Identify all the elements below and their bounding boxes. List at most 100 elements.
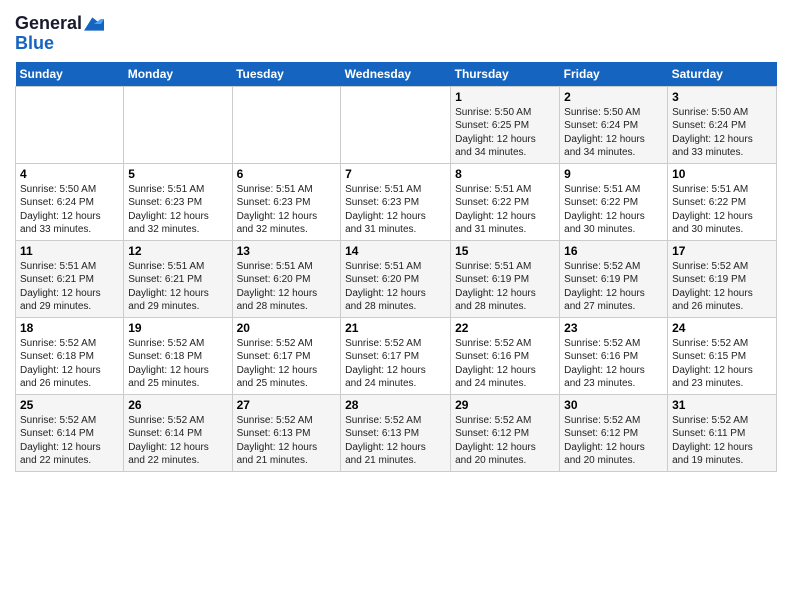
day-number: 15 [455,244,555,258]
calendar-table: SundayMondayTuesdayWednesdayThursdayFrid… [15,62,777,472]
day-of-week-header: Tuesday [232,62,341,87]
logo-icon [84,14,104,34]
day-number: 7 [345,167,446,181]
day-info: Sunrise: 5:52 AM Sunset: 6:15 PM Dayligh… [672,337,772,391]
day-number: 28 [345,398,446,412]
calendar-cell [16,86,124,163]
day-info: Sunrise: 5:51 AM Sunset: 6:22 PM Dayligh… [564,183,663,237]
calendar-cell: 23Sunrise: 5:52 AM Sunset: 6:16 PM Dayli… [560,317,668,394]
day-number: 16 [564,244,663,258]
day-number: 8 [455,167,555,181]
day-number: 19 [128,321,227,335]
day-number: 27 [237,398,337,412]
logo-text-blue: Blue [15,34,104,54]
calendar-cell: 28 Sunrise: 5:52 AM Sunset: 6:13 PM Dayli… [341,394,451,471]
day-info: Sunrise: 5:51 AM Sunset: 6:23 PM Dayligh… [345,183,446,237]
day-number: 30 [564,398,663,412]
day-info: Sunrise: 5:52 AM Sunset: 6:12 PM Dayligh… [455,414,555,468]
day-info: Sunrise: 5:52 AM Sunset: 6:13 PM Dayligh… [237,414,337,468]
day-info: Sunrise: 5:52 AM Sunset: 6:11 PM Dayligh… [672,414,772,468]
day-info: Sunrise: 5:50 AM Sunset: 6:25 PM Dayligh… [455,106,555,160]
day-info: Sunrise: 5:52 AM Sunset: 6:12 PM Dayligh… [564,414,663,468]
day-number: 21 [345,321,446,335]
calendar-cell: 11 Sunrise: 5:51 AM Sunset: 6:21 PM Dayli… [16,240,124,317]
day-info: Sunrise: 5:51 AM Sunset: 6:22 PM Dayligh… [672,183,772,237]
calendar-week-row: 4 Sunrise: 5:50 AM Sunset: 6:24 PM Daylig… [16,163,777,240]
day-number: 5 [128,167,227,181]
day-info: Sunrise: 5:52 AM Sunset: 6:19 PM Dayligh… [672,260,772,314]
day-number: 3 [672,90,772,104]
calendar-cell: 10 Sunrise: 5:51 AM Sunset: 6:22 PM Dayli… [668,163,777,240]
calendar-cell [341,86,451,163]
day-info: Sunrise: 5:50 AM Sunset: 6:24 PM Dayligh… [20,183,119,237]
day-info: Sunrise: 5:51 AM Sunset: 6:20 PM Dayligh… [237,260,337,314]
day-info: Sunrise: 5:51 AM Sunset: 6:21 PM Dayligh… [20,260,119,314]
calendar-cell [232,86,341,163]
day-of-week-header: Friday [560,62,668,87]
day-number: 26 [128,398,227,412]
calendar-week-row: 25 Sunrise: 5:52 AM Sunset: 6:14 PM Dayli… [16,394,777,471]
day-number: 25 [20,398,119,412]
calendar-cell: 30 Sunrise: 5:52 AM Sunset: 6:12 PM Dayli… [560,394,668,471]
logo-text-general: General [15,14,82,34]
day-number: 29 [455,398,555,412]
calendar-cell: 25 Sunrise: 5:52 AM Sunset: 6:14 PM Dayli… [16,394,124,471]
page-header: General Blue [15,10,777,54]
day-info: Sunrise: 5:52 AM Sunset: 6:18 PM Dayligh… [20,337,119,391]
day-info: Sunrise: 5:52 AM Sunset: 6:17 PM Dayligh… [345,337,446,391]
day-info: Sunrise: 5:51 AM Sunset: 6:20 PM Dayligh… [345,260,446,314]
calendar-cell: 20Sunrise: 5:52 AM Sunset: 6:17 PM Dayli… [232,317,341,394]
calendar-cell: 4 Sunrise: 5:50 AM Sunset: 6:24 PM Daylig… [16,163,124,240]
calendar-cell: 1Sunrise: 5:50 AM Sunset: 6:25 PM Daylig… [451,86,560,163]
day-number: 31 [672,398,772,412]
calendar-cell: 21 Sunrise: 5:52 AM Sunset: 6:17 PM Dayli… [341,317,451,394]
day-number: 24 [672,321,772,335]
calendar-cell: 22 Sunrise: 5:52 AM Sunset: 6:16 PM Dayli… [451,317,560,394]
calendar-cell: 24 Sunrise: 5:52 AM Sunset: 6:15 PM Dayli… [668,317,777,394]
calendar-cell: 18 Sunrise: 5:52 AM Sunset: 6:18 PM Dayli… [16,317,124,394]
calendar-cell: 12Sunrise: 5:51 AM Sunset: 6:21 PM Dayli… [124,240,232,317]
day-info: Sunrise: 5:52 AM Sunset: 6:16 PM Dayligh… [455,337,555,391]
calendar-cell: 14 Sunrise: 5:51 AM Sunset: 6:20 PM Dayli… [341,240,451,317]
day-number: 12 [128,244,227,258]
calendar-cell: 29 Sunrise: 5:52 AM Sunset: 6:12 PM Dayli… [451,394,560,471]
day-number: 17 [672,244,772,258]
day-number: 10 [672,167,772,181]
day-info: Sunrise: 5:52 AM Sunset: 6:17 PM Dayligh… [237,337,337,391]
day-number: 4 [20,167,119,181]
day-number: 22 [455,321,555,335]
day-number: 11 [20,244,119,258]
day-info: Sunrise: 5:52 AM Sunset: 6:14 PM Dayligh… [20,414,119,468]
day-of-week-header: Wednesday [341,62,451,87]
day-of-week-header: Thursday [451,62,560,87]
day-number: 18 [20,321,119,335]
calendar-cell: 8 Sunrise: 5:51 AM Sunset: 6:22 PM Daylig… [451,163,560,240]
calendar-week-row: 1Sunrise: 5:50 AM Sunset: 6:25 PM Daylig… [16,86,777,163]
day-info: Sunrise: 5:52 AM Sunset: 6:19 PM Dayligh… [564,260,663,314]
calendar-week-row: 11 Sunrise: 5:51 AM Sunset: 6:21 PM Dayli… [16,240,777,317]
calendar-cell: 9 Sunrise: 5:51 AM Sunset: 6:22 PM Daylig… [560,163,668,240]
calendar-cell: 17 Sunrise: 5:52 AM Sunset: 6:19 PM Dayli… [668,240,777,317]
day-info: Sunrise: 5:52 AM Sunset: 6:13 PM Dayligh… [345,414,446,468]
day-number: 6 [237,167,337,181]
calendar-week-row: 18 Sunrise: 5:52 AM Sunset: 6:18 PM Dayli… [16,317,777,394]
day-info: Sunrise: 5:51 AM Sunset: 6:19 PM Dayligh… [455,260,555,314]
day-info: Sunrise: 5:50 AM Sunset: 6:24 PM Dayligh… [564,106,663,160]
day-info: Sunrise: 5:51 AM Sunset: 6:22 PM Dayligh… [455,183,555,237]
calendar-cell: 31 Sunrise: 5:52 AM Sunset: 6:11 PM Dayli… [668,394,777,471]
day-number: 14 [345,244,446,258]
day-of-week-header: Sunday [16,62,124,87]
calendar-cell: 27 Sunrise: 5:52 AM Sunset: 6:13 PM Dayli… [232,394,341,471]
day-number: 23 [564,321,663,335]
day-info: Sunrise: 5:50 AM Sunset: 6:24 PM Dayligh… [672,106,772,160]
calendar-cell: 15 Sunrise: 5:51 AM Sunset: 6:19 PM Dayli… [451,240,560,317]
calendar-cell [124,86,232,163]
day-info: Sunrise: 5:51 AM Sunset: 6:23 PM Dayligh… [128,183,227,237]
day-info: Sunrise: 5:51 AM Sunset: 6:23 PM Dayligh… [237,183,337,237]
calendar-cell: 26Sunrise: 5:52 AM Sunset: 6:14 PM Dayli… [124,394,232,471]
day-number: 9 [564,167,663,181]
day-of-week-header: Monday [124,62,232,87]
calendar-cell: 16 Sunrise: 5:52 AM Sunset: 6:19 PM Dayli… [560,240,668,317]
day-number: 2 [564,90,663,104]
calendar-cell: 13Sunrise: 5:51 AM Sunset: 6:20 PM Dayli… [232,240,341,317]
